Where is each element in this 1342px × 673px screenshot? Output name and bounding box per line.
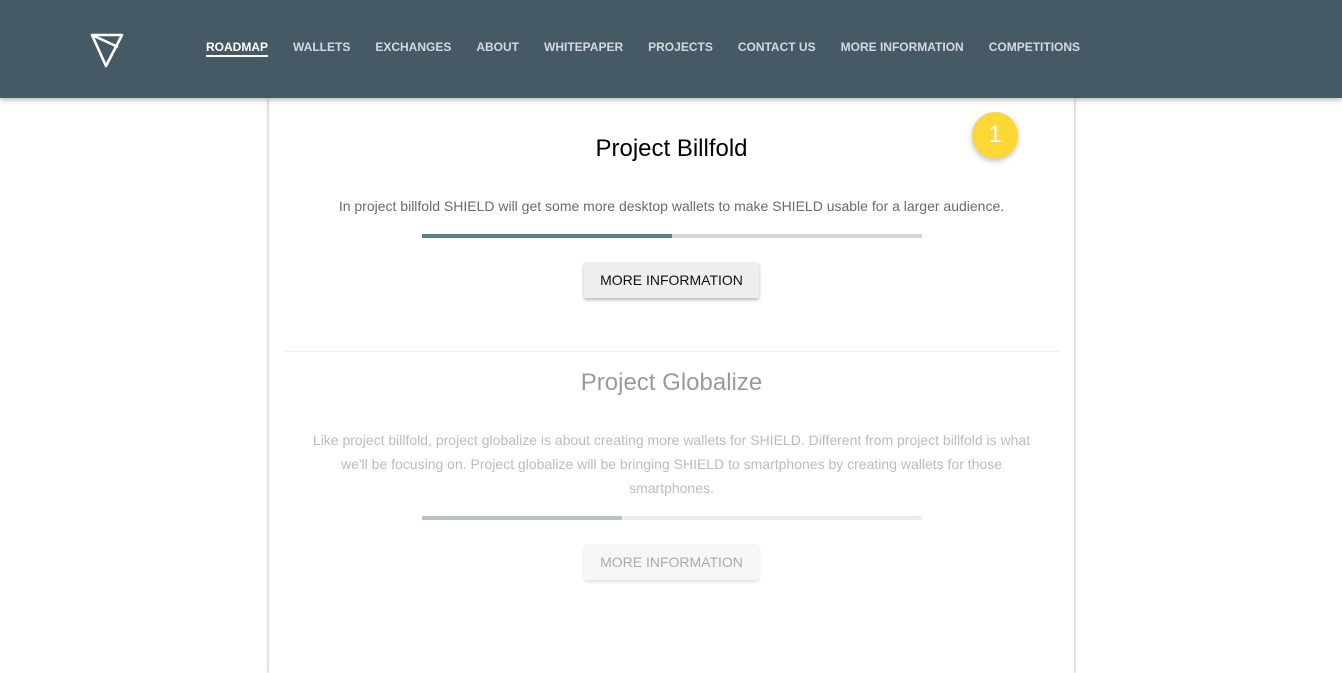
nav-item-about[interactable]: ABOUT	[476, 40, 519, 54]
nav-item-exchanges[interactable]: EXCHANGES	[375, 40, 451, 54]
main-nav: ROADMAP WALLETS EXCHANGES ABOUT WHITEPAP…	[206, 40, 1105, 57]
nav-item-projects[interactable]: PROJECTS	[648, 40, 713, 54]
nav-item-competitions[interactable]: COMPETITIONS	[989, 40, 1080, 54]
nav-item-roadmap[interactable]: ROADMAP	[206, 40, 268, 57]
nav-item-contact-us[interactable]: CONTACT US	[738, 40, 816, 54]
section-divider	[284, 351, 1059, 352]
project-progress-bar	[421, 234, 922, 238]
project-section-billfold: Project Billfold In project billfold SHI…	[284, 134, 1059, 298]
project-progress-bar	[421, 516, 922, 520]
top-navbar: ROADMAP WALLETS EXCHANGES ABOUT WHITEPAP…	[0, 0, 1342, 98]
project-description: Like project billfold, project globalize…	[312, 432, 1031, 496]
project-title: Project Globalize	[580, 369, 763, 396]
nav-item-whitepaper[interactable]: WHITEPAPER	[544, 40, 623, 54]
more-information-button[interactable]: MORE INFORMATION	[584, 544, 759, 580]
roadmap-card: 1 Project Billfold In project billfold S…	[269, 98, 1074, 673]
more-information-button[interactable]: MORE INFORMATION	[584, 262, 759, 298]
project-section-globalize: Project Globalize Like project billfold,…	[284, 368, 1059, 580]
project-progress-fill	[421, 516, 622, 520]
project-description: In project billfold SHIELD will get some…	[338, 198, 1005, 214]
shield-logo-icon[interactable]	[90, 32, 124, 68]
nav-item-wallets[interactable]: WALLETS	[293, 40, 350, 54]
project-title: Project Billfold	[595, 135, 748, 162]
project-progress-fill	[421, 234, 672, 238]
nav-item-more-information[interactable]: MORE INFORMATION	[841, 40, 964, 54]
